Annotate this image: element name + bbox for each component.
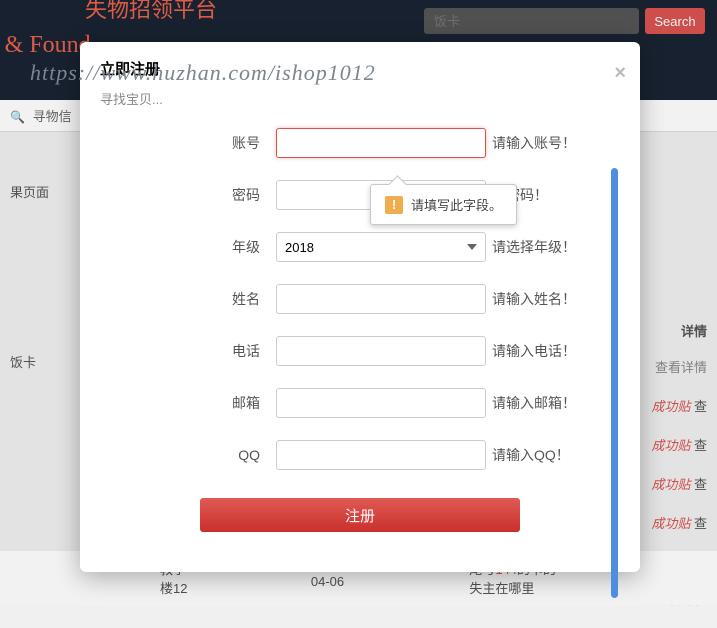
qq-input[interactable] xyxy=(276,440,486,470)
field-name: 姓名 请输入姓名！ xyxy=(100,284,600,314)
register-modal: × 立即注册 寻找宝贝... 账号 请输入账号！ 密码 入密码！ 年级 2018… xyxy=(80,42,640,572)
account-label: 账号 xyxy=(200,133,260,153)
qq-hint: 请输入QQ！ xyxy=(492,445,570,465)
scrollbar[interactable] xyxy=(611,168,618,598)
name-label: 姓名 xyxy=(200,289,260,309)
modal-title: 立即注册 xyxy=(100,58,620,79)
account-input[interactable] xyxy=(276,128,486,158)
account-hint: 请输入账号！ xyxy=(492,133,576,153)
qq-label: QQ xyxy=(200,447,260,463)
field-password: 密码 入密码！ xyxy=(100,180,600,210)
register-button[interactable]: 注册 xyxy=(200,498,520,532)
grade-hint: 请选择年级！ xyxy=(492,237,576,257)
field-email: 邮箱 请输入邮箱！ xyxy=(100,388,600,418)
modal-subtitle: 寻找宝贝... xyxy=(100,89,620,108)
validation-tooltip: ! 请填写此字段。 xyxy=(370,184,517,225)
phone-hint: 请输入电话！ xyxy=(492,341,576,361)
name-hint: 请输入姓名！ xyxy=(492,289,576,309)
close-icon[interactable]: × xyxy=(614,62,626,85)
register-form: 账号 请输入账号！ 密码 入密码！ 年级 2018 请选择年级！ 姓名 请输入姓… xyxy=(100,128,620,532)
field-grade: 年级 2018 请选择年级！ xyxy=(100,232,600,262)
field-phone: 电话 请输入电话！ xyxy=(100,336,600,366)
phone-label: 电话 xyxy=(200,341,260,361)
email-hint: 请输入邮箱！ xyxy=(492,393,576,413)
name-input[interactable] xyxy=(276,284,486,314)
email-input[interactable] xyxy=(276,388,486,418)
tooltip-text: 请填写此字段。 xyxy=(411,195,502,214)
grade-label: 年级 xyxy=(200,237,260,257)
email-label: 邮箱 xyxy=(200,393,260,413)
phone-input[interactable] xyxy=(276,336,486,366)
field-account: 账号 请输入账号！ xyxy=(100,128,600,158)
warning-icon: ! xyxy=(385,196,403,214)
password-label: 密码 xyxy=(200,185,260,205)
grade-select[interactable]: 2018 xyxy=(276,232,486,262)
field-qq: QQ 请输入QQ！ xyxy=(100,440,600,470)
